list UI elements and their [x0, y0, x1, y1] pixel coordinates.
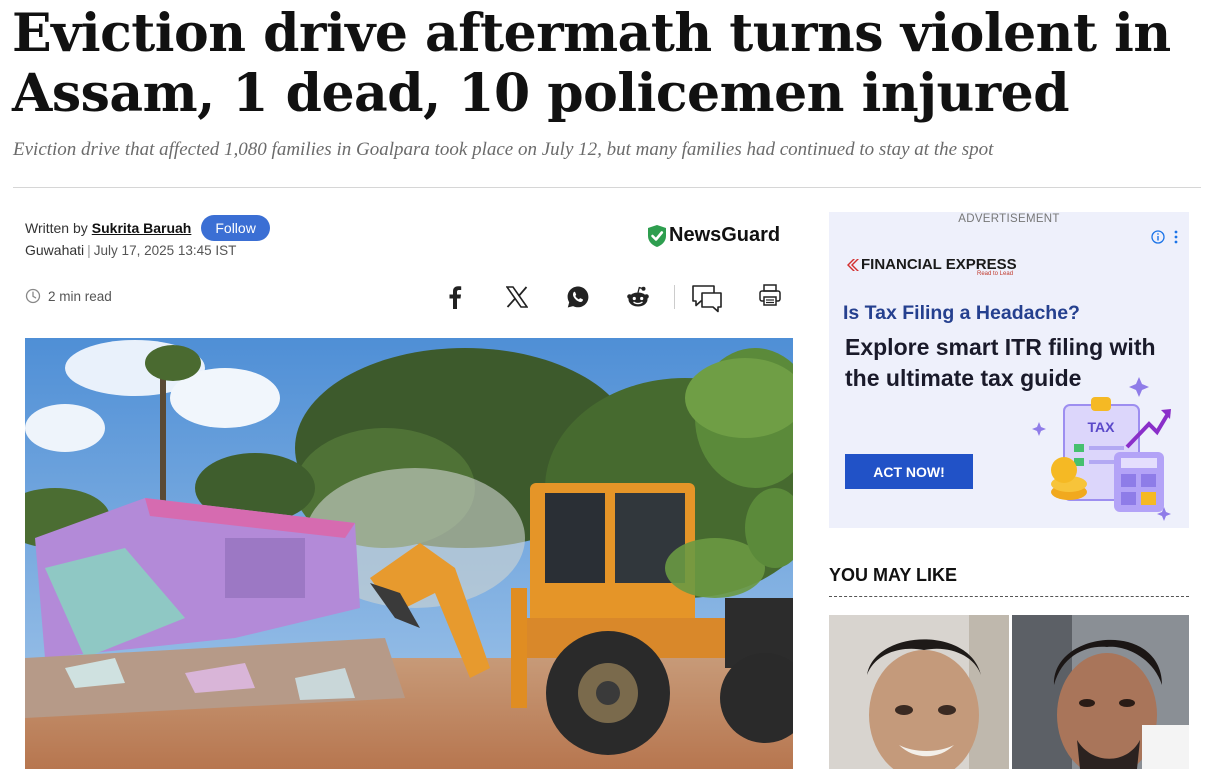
dateline: Guwahati | July 17, 2025 13:45 IST	[25, 242, 236, 258]
financial-express-logo-icon	[847, 258, 859, 271]
clock-icon	[25, 288, 41, 304]
article-headline: Eviction drive aftermath turns violent i…	[12, 3, 1171, 124]
print-icon	[759, 284, 781, 306]
you-may-like-heading: YOU MAY LIKE	[829, 565, 958, 585]
dateline-separator: |	[87, 242, 91, 258]
tax-label: TAX	[1088, 419, 1116, 435]
whatsapp-share-button[interactable]	[562, 282, 594, 312]
ad-label: ADVERTISEMENT	[958, 213, 1060, 225]
ad-info-controls[interactable]	[1151, 230, 1181, 244]
portrait-image	[829, 615, 1009, 769]
facebook-share-button[interactable]	[440, 282, 470, 312]
divider	[13, 187, 1201, 188]
article-hero-image	[25, 338, 793, 769]
comments-icon	[692, 285, 722, 313]
demolition-scene-illustration	[25, 338, 793, 769]
facebook-icon	[449, 286, 462, 309]
written-by-label: Written by	[25, 220, 88, 236]
newsguard-shield-icon	[648, 224, 666, 247]
print-button[interactable]	[754, 280, 786, 310]
newsguard-label: NewsGuard	[669, 224, 781, 246]
ad-act-now-button[interactable]: ACT NOW!	[845, 454, 973, 489]
ad-brand-tagline: Read to Lead	[977, 271, 1014, 277]
advertisement[interactable]: ADVERTISEMENT FINANCIAL EXPRESS Read to …	[829, 212, 1189, 528]
read-time-label: 2 min read	[48, 288, 112, 304]
author-link[interactable]: Sukrita Baruah	[92, 220, 192, 236]
newsguard-badge[interactable]: NewsGuard	[648, 224, 780, 247]
location: Guwahati	[25, 242, 85, 258]
follow-button[interactable]: Follow	[201, 215, 270, 241]
info-icon[interactable]	[1151, 230, 1165, 244]
reddit-share-button[interactable]	[622, 282, 654, 312]
x-icon	[506, 286, 528, 308]
you-may-like-divider	[829, 596, 1189, 597]
read-time: 2 min read	[25, 288, 112, 304]
more-options-icon[interactable]	[1171, 230, 1181, 244]
recommended-thumbnail[interactable]	[829, 615, 1009, 769]
share-divider	[674, 285, 675, 309]
byline: Written by Sukrita Baruah Follow	[25, 215, 270, 241]
reddit-icon	[627, 286, 649, 307]
ad-question: Is Tax Filing a Headache?	[843, 302, 1080, 324]
publish-date: July 17, 2025 13:45 IST	[93, 243, 237, 258]
whatsapp-icon	[567, 286, 589, 308]
recommended-thumbnail[interactable]	[1012, 615, 1189, 769]
article-subheadline: Eviction drive that affected 1,080 famil…	[13, 139, 994, 160]
x-share-button[interactable]	[502, 282, 532, 312]
tax-calculator-illustration: TAX	[1032, 377, 1171, 521]
comments-button[interactable]	[688, 284, 726, 314]
portrait-image	[1012, 615, 1189, 769]
